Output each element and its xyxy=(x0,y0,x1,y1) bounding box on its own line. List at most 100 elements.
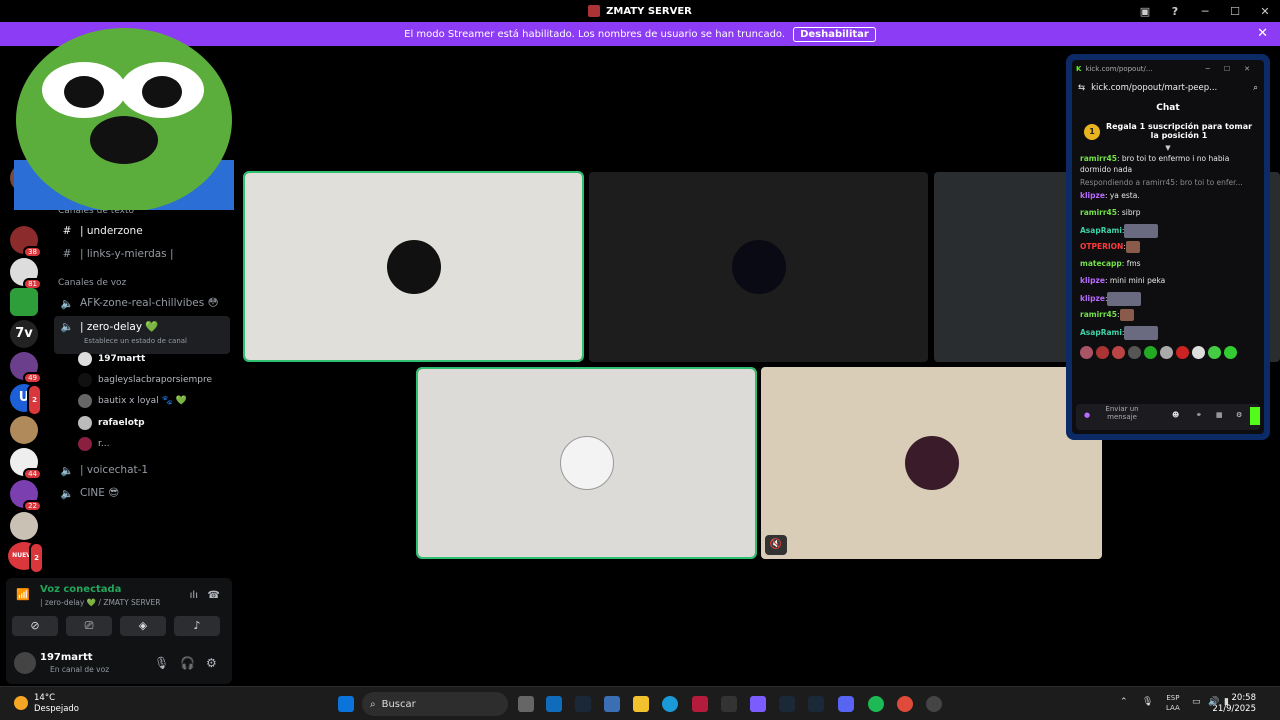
maximize-icon[interactable]: ☐ xyxy=(1220,5,1250,18)
mic-icon[interactable]: ● xyxy=(1084,411,1090,419)
emote-shortcut[interactable] xyxy=(1224,346,1237,359)
chevron-up-icon[interactable]: ⌃ xyxy=(1120,697,1128,707)
language-indicator[interactable]: ESP LAA xyxy=(1166,693,1180,713)
steam-icon[interactable] xyxy=(779,696,795,712)
chat-username[interactable]: AsapRami xyxy=(1080,328,1122,337)
guild-icon[interactable]: 38 xyxy=(10,226,42,258)
chat-username[interactable]: klipze xyxy=(1080,191,1105,200)
headphones-icon[interactable]: 🎧 xyxy=(180,656,195,670)
chat-settings-icon[interactable]: ⚙ xyxy=(1236,411,1242,419)
settings-icon[interactable]: ⚙ xyxy=(206,656,217,670)
activities-button[interactable]: ◈ xyxy=(120,616,166,636)
chat-username[interactable]: ramirr45 xyxy=(1080,154,1117,163)
app-icon[interactable] xyxy=(926,696,942,712)
close-banner-icon[interactable]: ✕ xyxy=(1257,26,1268,41)
chat-message[interactable]: ramirr45: sibrp xyxy=(1072,206,1264,223)
task-view-icon[interactable] xyxy=(518,696,534,712)
camera-off-button[interactable]: ⊘ xyxy=(12,616,58,636)
chat-input[interactable]: Enviar un mensaje ● ☻ ⚭ ▦ ⚙ xyxy=(1076,404,1260,430)
outlook-icon[interactable] xyxy=(546,696,562,712)
reply-context[interactable]: Respondiendo a ramirr45: bro toi to enfe… xyxy=(1072,176,1264,189)
voice-connected-channel[interactable]: | zero-delay 💚 / ZMATY SERVER xyxy=(40,598,160,607)
disconnect-icon[interactable]: ☎ xyxy=(208,590,220,601)
chat-message[interactable]: klipze: xyxy=(1072,291,1264,308)
new-guild-icon[interactable]: NUEVO 2 xyxy=(8,542,44,574)
emote-shortcut[interactable] xyxy=(1080,346,1093,359)
chat-username[interactable]: AsapRami xyxy=(1080,226,1122,235)
participant-tile[interactable] xyxy=(416,367,757,559)
minimize-icon[interactable]: ─ xyxy=(1190,5,1220,18)
voice-member[interactable]: bagleyslacbraporsiempre xyxy=(78,371,212,389)
steam-icon[interactable] xyxy=(575,696,591,712)
chat-message[interactable]: OTPERION: xyxy=(1072,240,1264,257)
spotify-icon[interactable] xyxy=(868,696,884,712)
chat-username[interactable]: klipze xyxy=(1080,276,1105,285)
send-button[interactable] xyxy=(1250,407,1260,425)
emote-shortcut[interactable] xyxy=(1096,346,1109,359)
emote-shortcut[interactable] xyxy=(1112,346,1125,359)
emote-shortcut[interactable] xyxy=(1160,346,1173,359)
sub-gift-prompt[interactable]: 1 Regala 1 suscripción para tomar la pos… xyxy=(1080,122,1256,140)
chat-message[interactable]: ramirr45: xyxy=(1072,308,1264,325)
popout-url-bar[interactable]: ⇆ kick.com/popout/mart-peep... ⌕ xyxy=(1072,78,1264,98)
guild-icon[interactable]: 81 xyxy=(10,258,42,290)
voice-member[interactable]: bautix x loyal 🐾 💚 xyxy=(78,392,187,410)
weather-icon[interactable] xyxy=(14,696,28,710)
chat-username[interactable]: OTPERION xyxy=(1080,242,1123,251)
channel-underzone[interactable]: # | underzone xyxy=(54,221,230,241)
user-avatar[interactable] xyxy=(14,652,36,674)
guild-icon[interactable] xyxy=(10,416,38,444)
scroll-indicator-icon[interactable]: ▼ xyxy=(1072,144,1264,152)
store-icon[interactable] xyxy=(604,696,620,712)
voice-member[interactable]: rafaelotp xyxy=(78,414,145,432)
voice-channel-afk[interactable]: 🔈 AFK-zone-real-chillvibes 😳 xyxy=(54,293,230,313)
signal-icon[interactable]: 📶 xyxy=(16,588,30,601)
guild-icon[interactable]: 7v xyxy=(10,320,38,348)
chat-message[interactable]: klipze: mini mini peka xyxy=(1072,274,1264,291)
screen-share-button[interactable]: ⎚ xyxy=(66,616,112,636)
voice-member[interactable]: 197martt xyxy=(78,350,145,368)
noise-suppression-icon[interactable]: ılı xyxy=(190,590,198,601)
participant-tile[interactable] xyxy=(589,172,928,362)
voice-category[interactable]: Canales de voz xyxy=(58,278,126,288)
app-icon[interactable] xyxy=(692,696,708,712)
emoji-icon[interactable]: ☻ xyxy=(1172,411,1179,419)
chat-message[interactable]: AsapRami: xyxy=(1072,223,1264,240)
inbox-icon[interactable]: ▣ xyxy=(1130,5,1160,18)
voice-member[interactable]: r... xyxy=(78,435,109,453)
guild-icon[interactable]: U2 xyxy=(10,384,42,416)
voice-channel-cine[interactable]: 🔈 CINE 😎 xyxy=(54,483,230,503)
disable-streamer-button[interactable]: Deshabilitar xyxy=(793,26,876,42)
taskbar-search[interactable]: ⌕ Buscar xyxy=(362,692,508,716)
chat-username[interactable]: klipze xyxy=(1080,294,1105,303)
site-settings-icon[interactable]: ⇆ xyxy=(1078,83,1085,93)
guild-icon[interactable] xyxy=(10,512,38,540)
emote-shortcut[interactable] xyxy=(1208,346,1221,359)
voice-channel-zero-delay[interactable]: 🔈 | zero-delay 💚 Establece un estado de ca… xyxy=(54,316,230,354)
guild-icon[interactable]: 22 xyxy=(10,480,42,512)
participant-tile[interactable] xyxy=(243,171,584,362)
edge-icon[interactable] xyxy=(662,696,678,712)
weather-widget[interactable]: 14°C Despejado xyxy=(34,693,79,715)
channel-status[interactable]: Establece un estado de canal xyxy=(84,337,187,345)
chrome-icon[interactable] xyxy=(897,696,913,712)
explorer-icon[interactable] xyxy=(633,696,649,712)
help-icon[interactable]: ? xyxy=(1160,5,1190,18)
guild-icon[interactable]: 49 xyxy=(10,352,42,384)
minecraft-guild-icon[interactable] xyxy=(10,288,38,316)
guild-icon[interactable]: 44 xyxy=(10,448,42,480)
participant-tile[interactable]: 🔇 xyxy=(761,367,1102,559)
chat-message[interactable]: klipze: ya esta. xyxy=(1072,189,1264,206)
channel-links[interactable]: # | links-y-mierdas | xyxy=(54,244,230,264)
close-window-icon[interactable]: ✕ xyxy=(1250,5,1280,18)
network-icon[interactable]: ▭ xyxy=(1192,697,1201,707)
mic-icon[interactable]: 🎙 xyxy=(154,656,169,670)
popout-window-controls[interactable]: ─☐✕ xyxy=(1206,65,1264,73)
emote-shortcut[interactable] xyxy=(1192,346,1205,359)
soundboard-button[interactable]: ♪ xyxy=(174,616,220,636)
zoom-icon[interactable]: ⌕ xyxy=(1253,83,1258,93)
gift-icon[interactable]: ▦ xyxy=(1216,411,1223,419)
emote-shortcut[interactable] xyxy=(1176,346,1189,359)
steam-icon[interactable] xyxy=(808,696,824,712)
epic-games-icon[interactable] xyxy=(721,696,737,712)
